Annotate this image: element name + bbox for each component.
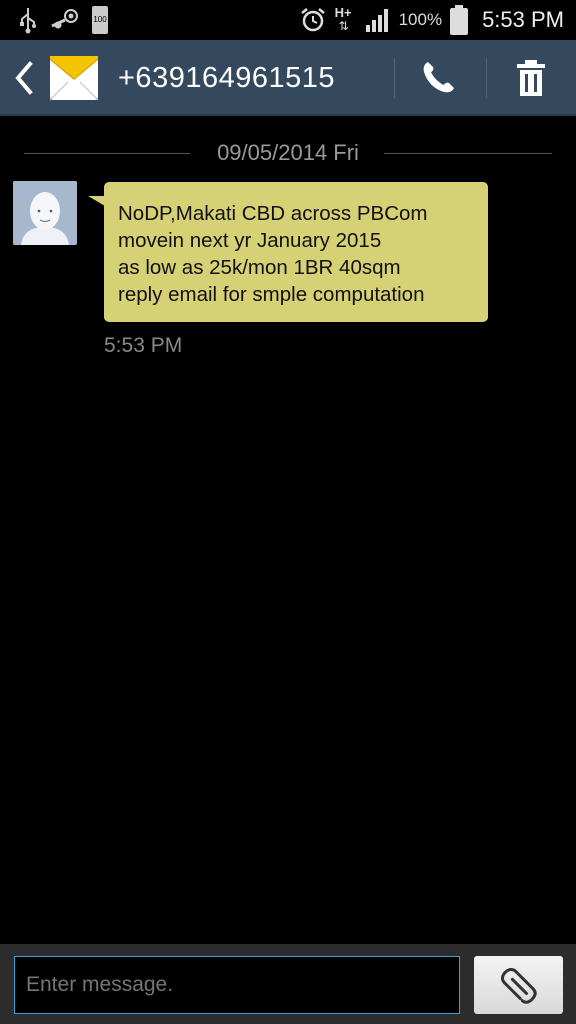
contact-avatar[interactable]	[49, 54, 99, 102]
signal-icon	[365, 9, 388, 32]
date-label: 09/05/2014 Fri	[207, 140, 369, 165]
back-arrow-icon	[15, 61, 33, 95]
status-time: 5:53 PM	[482, 7, 564, 32]
message-input[interactable]	[14, 956, 460, 1014]
battery-icon	[450, 5, 469, 35]
message-line: NoDP,Makati CBD across PBCom	[118, 202, 428, 225]
phone-icon	[423, 62, 454, 93]
message-bubble[interactable]: NoDP,Makati CBD across PBCom movein next…	[104, 182, 488, 322]
message-line: as low as 25k/mon 1BR 40sqm	[118, 256, 401, 279]
call-button[interactable]	[418, 58, 458, 98]
hplus-data-icon: H+ ⇅	[334, 5, 352, 33]
battery-percent: 100%	[398, 10, 443, 29]
envelope-icon	[49, 56, 99, 101]
conversation-header: +639164961515	[0, 40, 576, 116]
battery-saver-icon: 100	[92, 6, 108, 34]
network-label: H+	[334, 5, 352, 20]
attach-button[interactable]	[474, 956, 563, 1014]
paperclip-icon	[500, 967, 537, 1004]
steam-icon	[51, 9, 78, 29]
bubble-tail	[88, 196, 105, 206]
usb-icon	[20, 8, 36, 34]
sender-avatar[interactable]	[13, 181, 77, 245]
alarm-icon	[300, 8, 325, 32]
header-divider	[486, 58, 487, 98]
compose-bar	[0, 944, 576, 1024]
delete-button[interactable]	[512, 58, 550, 98]
status-bar: 100 H+ ⇅ 100% 5:53 PM	[0, 0, 576, 40]
date-separator: 09/05/2014 Fri	[24, 138, 552, 168]
message-time: 5:53 PM	[104, 334, 183, 357]
back-button[interactable]	[10, 60, 38, 96]
contact-name: +639164961515	[118, 62, 335, 94]
person-avatar-icon	[13, 181, 77, 245]
header-divider	[394, 58, 395, 98]
trash-icon	[517, 60, 545, 96]
message-line: reply email for smple computation	[118, 283, 425, 306]
message-line: movein next yr January 2015	[118, 229, 382, 252]
battery-saver-label: 100	[93, 15, 107, 24]
